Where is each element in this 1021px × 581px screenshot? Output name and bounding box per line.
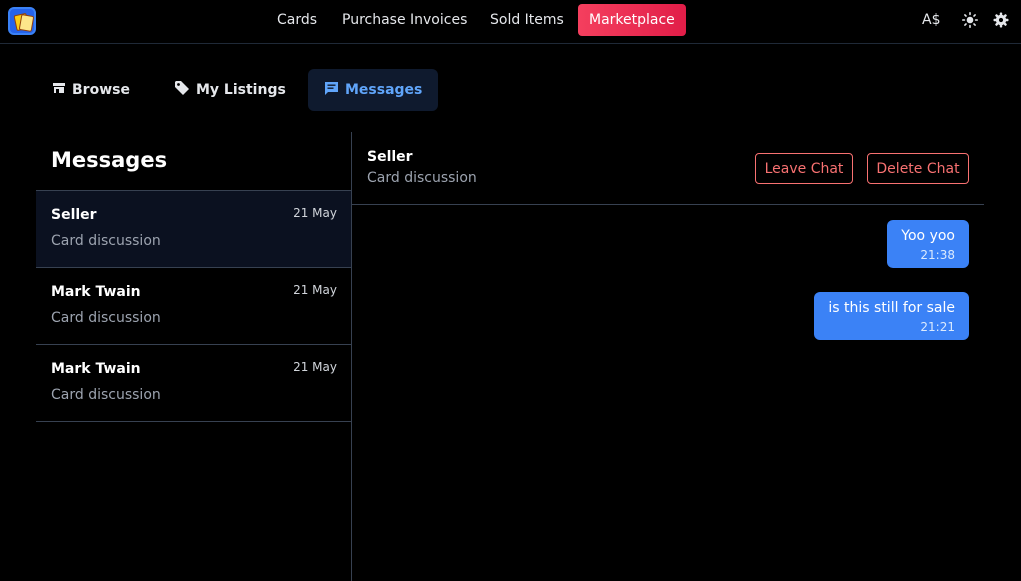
tab-browse[interactable]: Browse bbox=[36, 69, 146, 111]
store-icon bbox=[52, 81, 66, 99]
leave-chat-button[interactable]: Leave Chat bbox=[755, 153, 853, 184]
conversation-name: Mark Twain bbox=[51, 284, 141, 300]
currency-selector[interactable]: A$ bbox=[922, 12, 940, 28]
tab-messages[interactable]: Messages bbox=[308, 69, 439, 111]
nav-purchase-invoices[interactable]: Purchase Invoices bbox=[331, 4, 478, 36]
nav-marketplace[interactable]: Marketplace bbox=[578, 4, 686, 36]
conversation-name: Seller bbox=[51, 207, 97, 223]
conversation-subtitle: Card discussion bbox=[51, 387, 161, 403]
conversation-panel: Messages Seller 21 May Card discussion M… bbox=[36, 132, 352, 581]
conversation-subtitle: Card discussion bbox=[51, 233, 161, 249]
tab-browse-label: Browse bbox=[72, 82, 130, 98]
nav-cards[interactable]: Cards bbox=[266, 4, 328, 36]
conversation-list: Seller 21 May Card discussion Mark Twain… bbox=[36, 190, 351, 422]
chat-partner-name: Seller bbox=[367, 149, 413, 165]
conversation-item[interactable]: Mark Twain 21 May Card discussion bbox=[36, 345, 351, 422]
message-time: 21:38 bbox=[920, 248, 955, 262]
conversations-title: Messages bbox=[51, 148, 168, 172]
message-text: Yoo yoo bbox=[901, 228, 955, 244]
message-time: 21:21 bbox=[920, 320, 955, 334]
tag-icon bbox=[174, 80, 190, 100]
nav-sold-items[interactable]: Sold Items bbox=[479, 4, 575, 36]
conversation-date: 21 May bbox=[293, 360, 337, 374]
main-nav: Cards Purchase Invoices Sold Items Marke… bbox=[0, 4, 1021, 36]
message-bubble: is this still for sale 21:21 bbox=[814, 292, 969, 340]
conversation-date: 21 May bbox=[293, 206, 337, 220]
tab-my-listings-label: My Listings bbox=[196, 82, 286, 98]
conversation-date: 21 May bbox=[293, 283, 337, 297]
message-icon bbox=[324, 81, 339, 100]
tab-my-listings[interactable]: My Listings bbox=[158, 69, 302, 111]
chat-header: Seller Card discussion Leave Chat Delete… bbox=[352, 132, 984, 205]
gear-icon[interactable] bbox=[992, 11, 1010, 29]
chat-subtitle: Card discussion bbox=[367, 170, 477, 186]
message-bubble: Yoo yoo 21:38 bbox=[887, 220, 969, 268]
chat-panel: Seller Card discussion Leave Chat Delete… bbox=[352, 132, 984, 581]
delete-chat-button[interactable]: Delete Chat bbox=[867, 153, 969, 184]
conversation-subtitle: Card discussion bbox=[51, 310, 161, 326]
sun-icon[interactable] bbox=[961, 11, 979, 29]
top-navigation-bar: Cards Purchase Invoices Sold Items Marke… bbox=[0, 0, 1021, 44]
conversation-name: Mark Twain bbox=[51, 361, 141, 377]
tab-messages-label: Messages bbox=[345, 82, 423, 98]
message-text: is this still for sale bbox=[828, 300, 955, 316]
conversation-item[interactable]: Seller 21 May Card discussion bbox=[36, 191, 351, 268]
conversation-item[interactable]: Mark Twain 21 May Card discussion bbox=[36, 268, 351, 345]
